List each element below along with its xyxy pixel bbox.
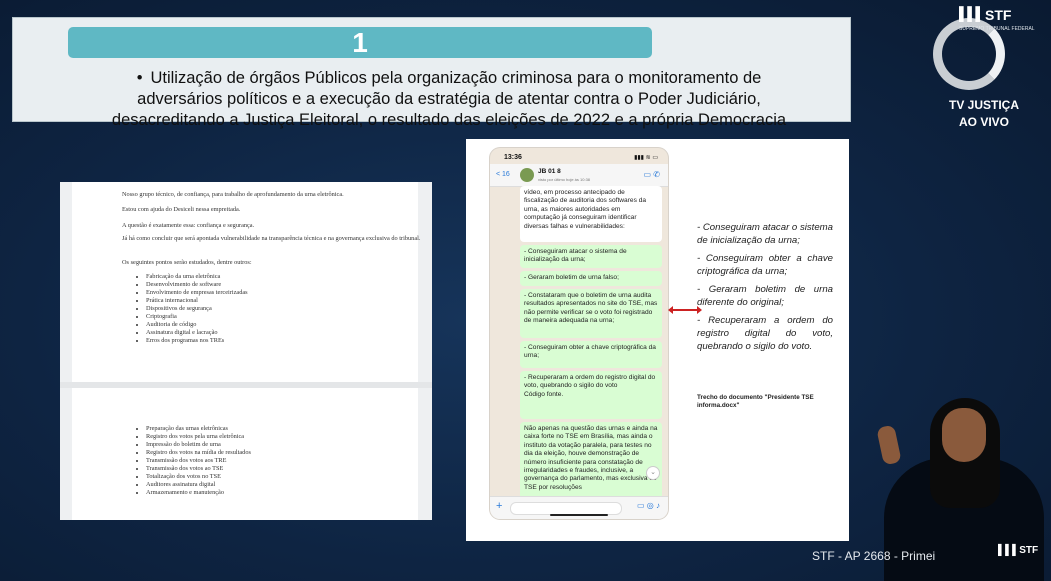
list-item: Preparação das urnas eletrônicas bbox=[146, 425, 251, 433]
slide-number: 1 bbox=[68, 27, 652, 58]
list-item: Criptografia bbox=[146, 313, 248, 321]
stf-subtitle: SUPREMO TRIBUNAL FEDERAL bbox=[959, 26, 1035, 32]
header-line: • Utilização de órgãos Públicos pela orga… bbox=[136, 69, 762, 87]
avatar bbox=[520, 168, 534, 182]
bullet-icon: • bbox=[136, 69, 143, 87]
doc-list-2: Preparação das urnas eletrônicas Registr… bbox=[140, 425, 251, 497]
message-bubble: Não apenas na questão das urnas e ainda … bbox=[520, 422, 662, 499]
interpreter-hand bbox=[876, 424, 902, 466]
list-item: Registro dos votos na mídia de resultado… bbox=[146, 449, 251, 457]
message-bubble: - Constataram que o boletim de urna audi… bbox=[520, 289, 662, 338]
logo-line1: TV JUSTIÇA bbox=[948, 98, 1019, 112]
list-item: Fabricação da urna eletrônica bbox=[146, 273, 248, 281]
list-item: Transmissão dos votos aos TRE bbox=[146, 457, 251, 465]
doc-list-1: Fabricação da urna eletrônica Desenvolvi… bbox=[140, 273, 248, 345]
highlighted-quote: - Conseguiram atacar o sistema de inicia… bbox=[697, 221, 833, 358]
scroll-down-icon: ⌄ bbox=[646, 466, 660, 480]
quote-item: - Geraram boletim de urna diferente do o… bbox=[697, 284, 833, 308]
chat-header: < 16 JB 01 8 visto por último hoje às 10… bbox=[490, 164, 668, 187]
doc-paragraph: Os seguintes pontos serão estudados, den… bbox=[122, 259, 252, 266]
whatsapp-screenshot: 13:36 ▮▮▮ ≋ ▭ < 16 JB 01 8 visto por últ… bbox=[490, 148, 668, 519]
home-indicator bbox=[550, 514, 608, 516]
header-line: desacreditando a Justiça Eleitoral, o re… bbox=[111, 111, 787, 129]
quote-item: - Recuperaram a ordem do registro digita… bbox=[697, 315, 833, 352]
header-line: adversários políticos e a execução da es… bbox=[137, 90, 761, 108]
interpreter-face bbox=[942, 408, 986, 462]
message-bubble: - Geraram boletim de urna falso; bbox=[520, 271, 662, 286]
doc-paragraph: Já há como concluir que será apontada vu… bbox=[122, 235, 421, 242]
message-bubble: - Conseguiram obter a chave criptográfic… bbox=[520, 341, 662, 368]
message-bubble: - Conseguiram atacar o sistema de inicia… bbox=[520, 245, 662, 268]
broadcast-ticker: STF - AP 2668 - Primei bbox=[812, 549, 936, 563]
logo-line2: AO VIVO bbox=[958, 115, 1009, 129]
list-item: Dispositivos de segurança bbox=[146, 305, 248, 313]
page-shadow bbox=[418, 182, 432, 520]
stf-brand: STF bbox=[985, 7, 1012, 23]
quote-source: Trecho do documento "Presidente TSE info… bbox=[697, 394, 814, 409]
list-item: Envolvimento de empresas terceirizadas bbox=[146, 289, 248, 297]
list-item: Auditores assinatura digital bbox=[146, 481, 251, 489]
list-item: Armazenamento e manutenção bbox=[146, 489, 251, 497]
list-item: Totalização dos votos no TSE bbox=[146, 473, 251, 481]
evidence-slide: 13:36 ▮▮▮ ≋ ▭ < 16 JB 01 8 visto por últ… bbox=[466, 139, 849, 541]
list-item: Registro dos votos pela urna eletrônica bbox=[146, 433, 251, 441]
double-arrow-icon bbox=[668, 306, 702, 314]
input-icons: ▭ ◎ ♪ bbox=[637, 501, 660, 510]
list-item: Auditoria de código bbox=[146, 321, 248, 329]
chat-name: JB 01 8 bbox=[538, 168, 561, 175]
message-bubble: vídeo, em processo antecipado de fiscali… bbox=[520, 186, 662, 242]
document-image: Nosso grupo técnico, de confiança, para … bbox=[60, 182, 432, 520]
list-item: Desenvolvimento de software bbox=[146, 281, 248, 289]
call-icons: ▭ ✆ bbox=[643, 170, 660, 179]
page-break bbox=[60, 382, 432, 388]
tv-justica-label: TV JUSTIÇA AO VIVO bbox=[925, 97, 1043, 131]
stf-badge: ▌▌▌STF bbox=[998, 545, 1039, 556]
page-shadow bbox=[60, 182, 72, 520]
list-item: Impressão do boletim de urna bbox=[146, 441, 251, 449]
status-time: 13:36 bbox=[504, 154, 522, 161]
list-item: Assinatura digital e lacração bbox=[146, 329, 248, 337]
quote-item: - Conseguiram obter a chave criptográfic… bbox=[697, 253, 833, 277]
slide-header-text: • Utilização de órgãos Públicos pela orga… bbox=[69, 68, 829, 131]
list-item: Prática internacional bbox=[146, 297, 248, 305]
plus-icon: + bbox=[496, 500, 503, 512]
back-icon: < 16 bbox=[496, 171, 510, 178]
list-item: Transmissão dos votos ao TSE bbox=[146, 465, 251, 473]
quote-item: - Conseguiram atacar o sistema de inicia… bbox=[697, 222, 833, 246]
tv-justica-logo: ▌▌▌ STF SUPREMO TRIBUNAL FEDERAL TV JUST… bbox=[925, 4, 1043, 134]
doc-paragraph: Estou com ajuda do Desiceli nessa emprei… bbox=[122, 206, 241, 213]
status-icons: ▮▮▮ ≋ ▭ bbox=[634, 155, 658, 161]
doc-paragraph: A questão é exatamente essa: confiança e… bbox=[122, 222, 255, 229]
list-item: Erros dos programas nos TREs bbox=[146, 337, 248, 345]
doc-paragraph: Nosso grupo técnico, de confiança, para … bbox=[122, 191, 344, 198]
stf-bars-icon: ▌▌▌ bbox=[959, 6, 985, 21]
chat-last-seen: visto por último hoje às 10:38 bbox=[538, 177, 591, 182]
message-bubble: - Recuperaram a ordem do registro digita… bbox=[520, 371, 662, 419]
slide-header: 1 • Utilização de órgãos Públicos pela or… bbox=[12, 17, 851, 129]
message-input-bar: + ▭ ◎ ♪ bbox=[490, 496, 668, 519]
